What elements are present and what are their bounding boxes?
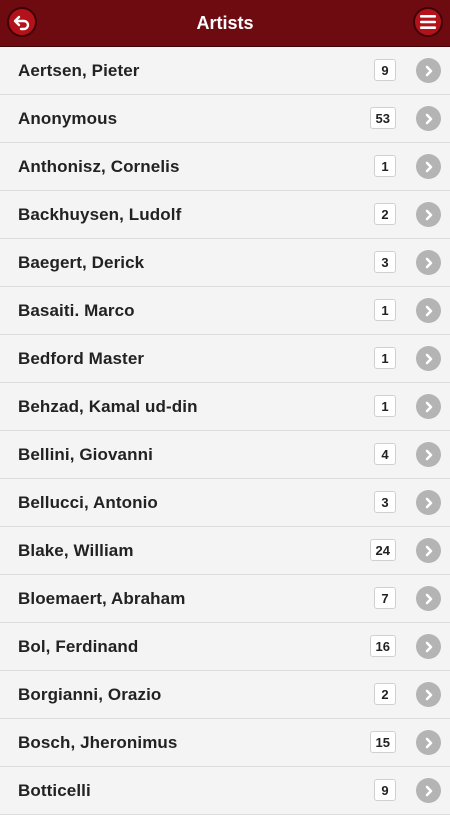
artist-name: Blake, William: [18, 540, 134, 560]
artist-row[interactable]: Bellucci, Antonio 3: [0, 479, 450, 527]
artwork-count-badge: 9: [374, 779, 396, 801]
artist-name: Backhuysen, Ludolf: [18, 204, 182, 224]
chevron-right-icon[interactable]: [416, 682, 441, 707]
chevron-right-icon[interactable]: [416, 778, 441, 803]
artist-row[interactable]: Anonymous 53: [0, 95, 450, 143]
artist-row[interactable]: Botticelli 9: [0, 767, 450, 815]
chevron-right-icon[interactable]: [416, 298, 441, 323]
artist-row[interactable]: Aertsen, Pieter 9: [0, 47, 450, 95]
chevron-right-icon[interactable]: [416, 154, 441, 179]
chevron-right-icon[interactable]: [416, 538, 441, 563]
artist-name: Basaiti. Marco: [18, 300, 135, 320]
artist-name: Anonymous: [18, 108, 118, 128]
artist-row[interactable]: Bloemaert, Abraham 7: [0, 575, 450, 623]
artist-name: Bol, Ferdinand: [18, 636, 139, 656]
artwork-count-badge: 4: [374, 443, 396, 465]
artwork-count-badge: 3: [374, 491, 396, 513]
hamburger-menu-icon: [420, 15, 436, 29]
artist-row[interactable]: Behzad, Kamal ud-din 1: [0, 383, 450, 431]
artwork-count-badge: 2: [374, 683, 396, 705]
chevron-right-icon[interactable]: [416, 586, 441, 611]
artwork-count-badge: 53: [369, 107, 396, 129]
artwork-count-badge: 1: [374, 395, 396, 417]
artwork-count-badge: 16: [369, 635, 396, 657]
chevron-right-icon[interactable]: [416, 394, 441, 419]
chevron-right-icon[interactable]: [416, 634, 441, 659]
back-arrow-icon: [13, 15, 30, 31]
menu-button[interactable]: [413, 7, 443, 37]
artist-name: Bloemaert, Abraham: [18, 588, 186, 608]
artist-list: Aertsen, Pieter 9 Anonymous 53 Anthonisz…: [0, 47, 450, 815]
artist-row[interactable]: Bol, Ferdinand 16: [0, 623, 450, 671]
artist-row[interactable]: Bosch, Jheronimus 15: [0, 719, 450, 767]
artist-row[interactable]: Borgianni, Orazio 2: [0, 671, 450, 719]
artist-name: Behzad, Kamal ud-din: [18, 396, 198, 416]
artist-name: Bellucci, Antonio: [18, 492, 158, 512]
chevron-right-icon[interactable]: [416, 106, 441, 131]
chevron-right-icon[interactable]: [416, 442, 441, 467]
artist-name: Baegert, Derick: [18, 252, 145, 272]
artwork-count-badge: 1: [374, 347, 396, 369]
chevron-right-icon[interactable]: [416, 346, 441, 371]
app-header: Artists: [0, 0, 450, 47]
artwork-count-badge: 1: [374, 155, 396, 177]
artist-row[interactable]: Blake, William 24: [0, 527, 450, 575]
artist-row[interactable]: Anthonisz, Cornelis 1: [0, 143, 450, 191]
artwork-count-badge: 3: [374, 251, 396, 273]
artist-name: Borgianni, Orazio: [18, 684, 162, 704]
chevron-right-icon[interactable]: [416, 730, 441, 755]
artist-name: Aertsen, Pieter: [18, 60, 140, 80]
artist-name: Bedford Master: [18, 348, 145, 368]
artwork-count-badge: 9: [374, 59, 396, 81]
chevron-right-icon[interactable]: [416, 202, 441, 227]
artwork-count-badge: 24: [369, 539, 396, 561]
artwork-count-badge: 2: [374, 203, 396, 225]
artist-name: Bosch, Jheronimus: [18, 732, 178, 752]
back-button[interactable]: [7, 7, 37, 37]
artist-row[interactable]: Baegert, Derick 3: [0, 239, 450, 287]
artist-name: Bellini, Giovanni: [18, 444, 153, 464]
chevron-right-icon[interactable]: [416, 58, 441, 83]
artwork-count-badge: 1: [374, 299, 396, 321]
artist-row[interactable]: Backhuysen, Ludolf 2: [0, 191, 450, 239]
artist-row[interactable]: Bellini, Giovanni 4: [0, 431, 450, 479]
artist-row[interactable]: Basaiti. Marco 1: [0, 287, 450, 335]
artist-name: Anthonisz, Cornelis: [18, 156, 180, 176]
artwork-count-badge: 15: [369, 731, 396, 753]
artist-row[interactable]: Bedford Master 1: [0, 335, 450, 383]
artist-name: Botticelli: [18, 780, 91, 800]
chevron-right-icon[interactable]: [416, 250, 441, 275]
chevron-right-icon[interactable]: [416, 490, 441, 515]
page-title: Artists: [196, 12, 254, 33]
artwork-count-badge: 7: [374, 587, 396, 609]
